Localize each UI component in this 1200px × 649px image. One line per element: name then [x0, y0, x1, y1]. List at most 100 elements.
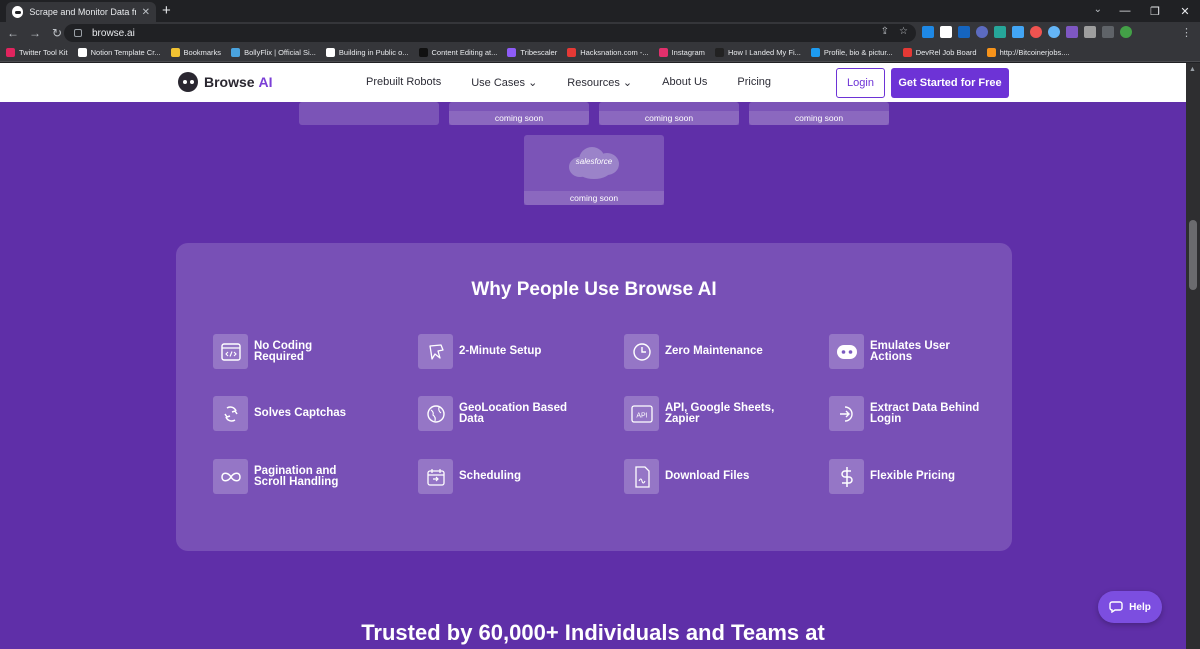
page-viewport: Browse AI Prebuilt Robots Use Cases ⌄ Re…: [0, 63, 1200, 649]
bookmark-favicon-icon: [418, 48, 428, 57]
address-bar[interactable]: browse.ai ⇪ ☆: [64, 24, 916, 42]
bookmark-item[interactable]: Content Editing at...: [418, 48, 498, 57]
scrollbar-thumb[interactable]: [1189, 220, 1197, 290]
feature-label: Download Files: [665, 470, 750, 482]
bookmark-label: Content Editing at...: [431, 48, 498, 57]
trusted-heading: Trusted by 60,000+ Individuals and Teams…: [361, 620, 825, 645]
feature-label: GeoLocation Based Data: [459, 401, 567, 425]
bookmark-item[interactable]: http://Bitcoinerjobs....: [986, 48, 1070, 57]
extension-icon[interactable]: [1012, 26, 1024, 38]
close-tab-icon[interactable]: ✕: [142, 7, 150, 18]
browser-tab[interactable]: Scrape and Monitor Data from Any ✕: [6, 2, 156, 22]
back-icon[interactable]: ←: [4, 26, 22, 40]
bookmark-favicon-icon: [507, 48, 517, 57]
close-window-icon[interactable]: ✕: [1170, 0, 1200, 22]
nav-prebuilt-robots[interactable]: Prebuilt Robots: [366, 76, 441, 89]
feature-label: Scheduling: [459, 470, 521, 482]
nav-about-us[interactable]: About Us: [662, 76, 707, 89]
extension-icon[interactable]: [958, 26, 970, 38]
bookmark-label: Profile, bio & pictur...: [823, 48, 893, 57]
extension-icon[interactable]: [922, 26, 934, 38]
integration-card-salesforce[interactable]: salesforce coming soon: [524, 135, 664, 205]
bookmark-item[interactable]: Notion Template Cr...: [77, 48, 161, 57]
bookmark-label: Bookmarks: [183, 48, 222, 57]
help-button[interactable]: Help: [1098, 591, 1162, 623]
extension-icon[interactable]: [976, 26, 988, 38]
captcha-icon: [213, 396, 248, 431]
extension-icon[interactable]: [1066, 26, 1078, 38]
lock-icon: [74, 29, 82, 37]
globe-icon: [418, 396, 453, 431]
login-icon: [829, 396, 864, 431]
coming-soon-label: coming soon: [524, 191, 664, 205]
window-controls: — ❐ ✕: [1110, 0, 1200, 22]
integration-card[interactable]: coming soon: [749, 102, 889, 125]
bookmark-item[interactable]: Bookmarks: [170, 48, 222, 57]
nav-resources[interactable]: Resources ⌄: [567, 76, 632, 89]
svg-text:API: API: [636, 412, 647, 419]
feature-item: Emulates User Actions: [829, 334, 980, 369]
profile-avatar-icon[interactable]: [1120, 26, 1132, 38]
integration-card[interactable]: coming soon: [449, 102, 589, 125]
feature-item: GeoLocation Based Data: [418, 396, 569, 431]
code-window-icon: [213, 334, 248, 369]
bookmark-item[interactable]: Hacksnation.com -...: [567, 48, 649, 57]
share-icon[interactable]: ⇪: [881, 26, 889, 37]
salesforce-label: salesforce: [575, 157, 613, 166]
bookmark-label: BollyFlix | Official Si...: [244, 48, 316, 57]
robot-icon: [829, 334, 864, 369]
bookmark-favicon-icon: [902, 48, 912, 57]
infinity-icon: [213, 459, 248, 494]
bookmark-item[interactable]: BollyFlix | Official Si...: [231, 48, 316, 57]
extension-icon[interactable]: [1030, 26, 1042, 38]
brand-name: Browse AI: [204, 74, 273, 90]
brand-logo[interactable]: Browse AI: [178, 72, 272, 92]
bookmark-item[interactable]: Tribescaler: [507, 48, 557, 57]
tab-search-icon[interactable]: ⌄: [1094, 4, 1102, 15]
scroll-up-icon[interactable]: ▲: [1189, 66, 1196, 73]
address-url: browse.ai: [92, 27, 135, 39]
bookmark-item[interactable]: How I Landed My Fi...: [714, 48, 801, 57]
extension-icon[interactable]: [940, 26, 952, 38]
site-favicon-icon: [12, 6, 24, 18]
nav-use-cases[interactable]: Use Cases ⌄: [471, 76, 537, 89]
bookmark-label: Notion Template Cr...: [90, 48, 161, 57]
bookmark-item[interactable]: DevRel Job Board: [902, 48, 977, 57]
extension-icon[interactable]: [994, 26, 1006, 38]
feature-item: Flexible Pricing: [829, 459, 980, 494]
login-button[interactable]: Login: [836, 68, 885, 98]
integration-card[interactable]: coming soon: [599, 102, 739, 125]
bookmark-item[interactable]: Profile, bio & pictur...: [810, 48, 893, 57]
feature-label: Flexible Pricing: [870, 470, 955, 482]
page-scrollbar[interactable]: ▲: [1186, 63, 1200, 649]
feature-label: 2-Minute Setup: [459, 345, 542, 357]
bookmark-star-icon[interactable]: ☆: [899, 26, 908, 37]
bookmark-favicon-icon: [231, 48, 241, 57]
feature-label: Extract Data Behind Login: [870, 401, 980, 425]
feature-item: Download Files: [624, 459, 775, 494]
forward-icon[interactable]: →: [26, 26, 44, 40]
new-tab-icon[interactable]: +: [162, 3, 171, 19]
help-label: Help: [1129, 601, 1151, 613]
extension-icon[interactable]: [1048, 26, 1060, 38]
feature-label: Solves Captchas: [254, 407, 347, 419]
dollar-icon: [829, 459, 864, 494]
feature-label: Zero Maintenance: [665, 345, 763, 357]
browser-menu-icon[interactable]: ⋮: [1181, 26, 1192, 39]
nav-pricing[interactable]: Pricing: [737, 76, 771, 89]
bookmark-item[interactable]: Instagram: [658, 48, 705, 57]
bookmark-favicon-icon: [658, 48, 668, 57]
restore-icon[interactable]: ❐: [1140, 0, 1170, 22]
feature-label: Pagination and Scroll Handling: [254, 464, 339, 488]
side-panel-icon[interactable]: [1102, 26, 1114, 38]
minimize-icon[interactable]: —: [1110, 0, 1140, 22]
api-icon: API: [624, 396, 659, 431]
bookmark-label: Building in Public o...: [338, 48, 409, 57]
bookmark-item[interactable]: Twitter Tool Kit: [6, 48, 68, 57]
bookmark-item[interactable]: Building in Public o...: [325, 48, 409, 57]
feature-item: Pagination and Scroll Handling: [213, 459, 364, 494]
puzzle-icon[interactable]: [1084, 26, 1096, 38]
get-started-button[interactable]: Get Started for Free: [891, 68, 1009, 98]
main-nav: Prebuilt Robots Use Cases ⌄ Resources ⌄ …: [366, 76, 801, 89]
integration-card[interactable]: [299, 102, 439, 125]
